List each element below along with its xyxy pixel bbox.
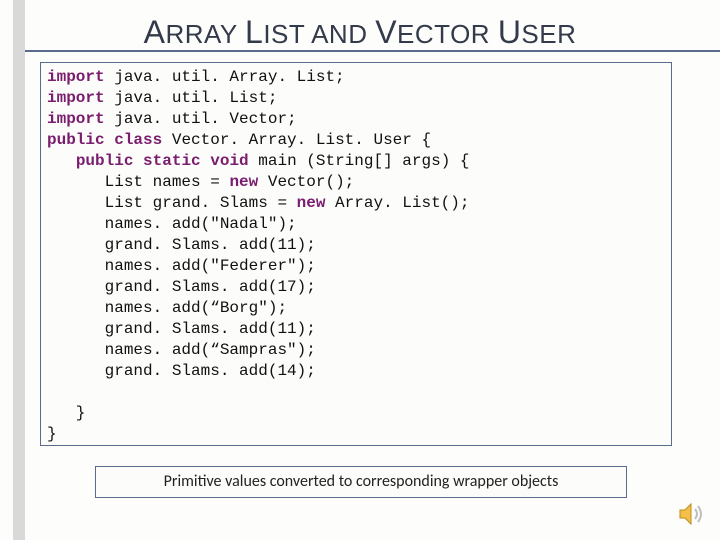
code-block: import java. util. Array. List; import j… — [40, 62, 672, 446]
left-accent-bar — [13, 0, 25, 540]
speaker-icon — [678, 502, 706, 526]
slide-title: ARRAY LIST AND VECTOR USER — [0, 14, 720, 51]
caption-box: Primitive values converted to correspond… — [95, 466, 627, 498]
